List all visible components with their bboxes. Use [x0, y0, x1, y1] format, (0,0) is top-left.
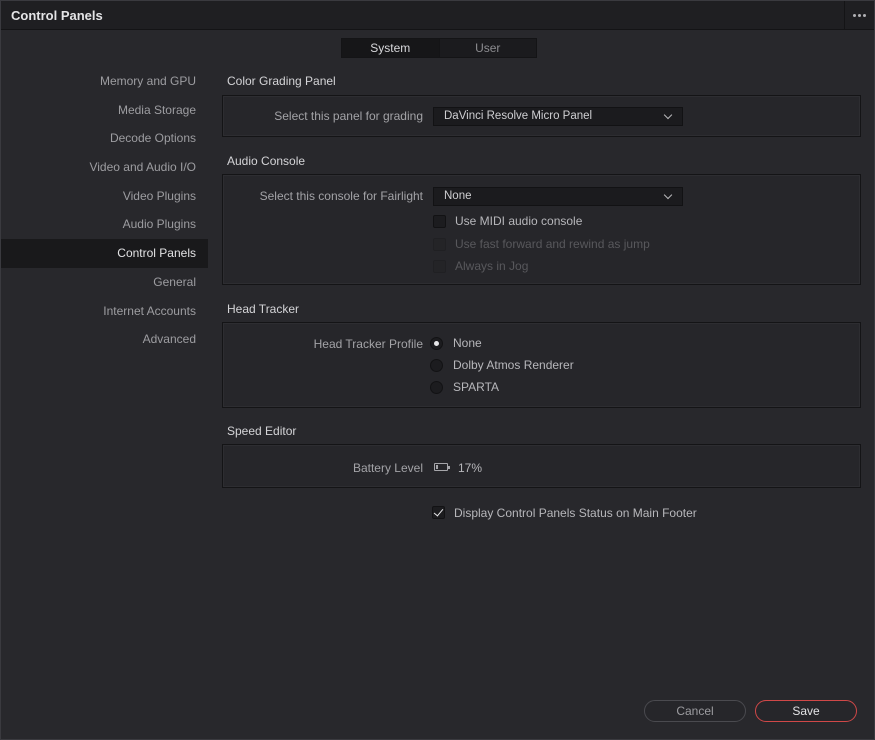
- fairlight-console-select-value: None: [444, 190, 472, 202]
- midi-console-checkbox[interactable]: [433, 215, 446, 228]
- fairlight-console-label: Select this console for Fairlight: [259, 189, 423, 203]
- profile-none-label: None: [453, 336, 482, 350]
- profile-none-radio[interactable]: [430, 337, 443, 350]
- sidebar-item-decode-options[interactable]: Decode Options: [1, 124, 208, 153]
- title-bar: Control Panels: [1, 1, 874, 30]
- head-tracker-box: Head Tracker Profile None Dolby Atmos Re…: [222, 322, 861, 408]
- sidebar-item-video-audio-io[interactable]: Video and Audio I/O: [1, 153, 208, 182]
- sidebar-item-control-panels[interactable]: Control Panels: [1, 239, 208, 268]
- sidebar-item-media-storage[interactable]: Media Storage: [1, 96, 208, 125]
- profile-sparta-radio[interactable]: [430, 381, 443, 394]
- grading-panel-select[interactable]: DaVinci Resolve Micro Panel: [433, 107, 683, 126]
- footer-status-label: Display Control Panels Status on Main Fo…: [454, 506, 697, 520]
- chevron-down-icon: [663, 110, 673, 120]
- fairlight-console-select[interactable]: None: [433, 187, 683, 206]
- audio-console-section-title: Audio Console: [227, 154, 306, 168]
- profile-dolby-label: Dolby Atmos Renderer: [453, 358, 574, 372]
- more-options-icon[interactable]: [844, 1, 874, 30]
- profile-sparta-label: SPARTA: [453, 380, 500, 394]
- sidebar-item-general[interactable]: General: [1, 268, 208, 297]
- battery-level-value: 17%: [458, 461, 483, 475]
- always-in-jog-checkbox[interactable]: [433, 260, 446, 273]
- sidebar-item-advanced[interactable]: Advanced: [1, 325, 208, 354]
- color-grading-section-title: Color Grading Panel: [227, 74, 336, 88]
- audio-console-box: Select this console for Fairlight None U…: [222, 174, 861, 285]
- always-in-jog-label: Always in Jog: [455, 259, 529, 273]
- speed-editor-box: Battery Level 17%: [222, 444, 861, 488]
- sidebar-item-video-plugins[interactable]: Video Plugins: [1, 182, 208, 211]
- sidebar: Memory and GPU Media Storage Decode Opti…: [1, 67, 208, 354]
- head-tracker-profile-label: Head Tracker Profile: [313, 337, 423, 351]
- sidebar-item-internet-accounts[interactable]: Internet Accounts: [1, 297, 208, 326]
- midi-console-label: Use MIDI audio console: [455, 214, 583, 228]
- window-title: Control Panels: [11, 8, 103, 23]
- color-grading-box: Select this panel for grading DaVinci Re…: [222, 95, 861, 137]
- footer-status-checkbox[interactable]: [432, 506, 445, 519]
- grading-panel-select-value: DaVinci Resolve Micro Panel: [444, 110, 593, 122]
- battery-level-label: Battery Level: [352, 461, 423, 475]
- tab-system[interactable]: System: [342, 39, 439, 57]
- fast-forward-jump-checkbox[interactable]: [433, 238, 446, 251]
- battery-fill: [436, 465, 438, 469]
- fast-forward-jump-label: Use fast forward and rewind as jump: [455, 237, 650, 251]
- sidebar-item-audio-plugins[interactable]: Audio Plugins: [1, 210, 208, 239]
- head-tracker-section-title: Head Tracker: [227, 302, 300, 316]
- tab-user[interactable]: User: [438, 39, 537, 57]
- profile-dolby-radio[interactable]: [430, 359, 443, 372]
- cancel-button[interactable]: Cancel: [644, 700, 746, 722]
- tab-bar: System User: [341, 38, 537, 58]
- grading-panel-label: Select this panel for grading: [274, 109, 423, 123]
- speed-editor-section-title: Speed Editor: [227, 424, 297, 438]
- chevron-down-icon: [663, 190, 673, 200]
- battery-icon: [434, 463, 450, 471]
- save-button[interactable]: Save: [755, 700, 857, 722]
- sidebar-item-memory-and-gpu[interactable]: Memory and GPU: [1, 67, 208, 96]
- preferences-window: Control Panels System User Memory and GP…: [0, 0, 875, 740]
